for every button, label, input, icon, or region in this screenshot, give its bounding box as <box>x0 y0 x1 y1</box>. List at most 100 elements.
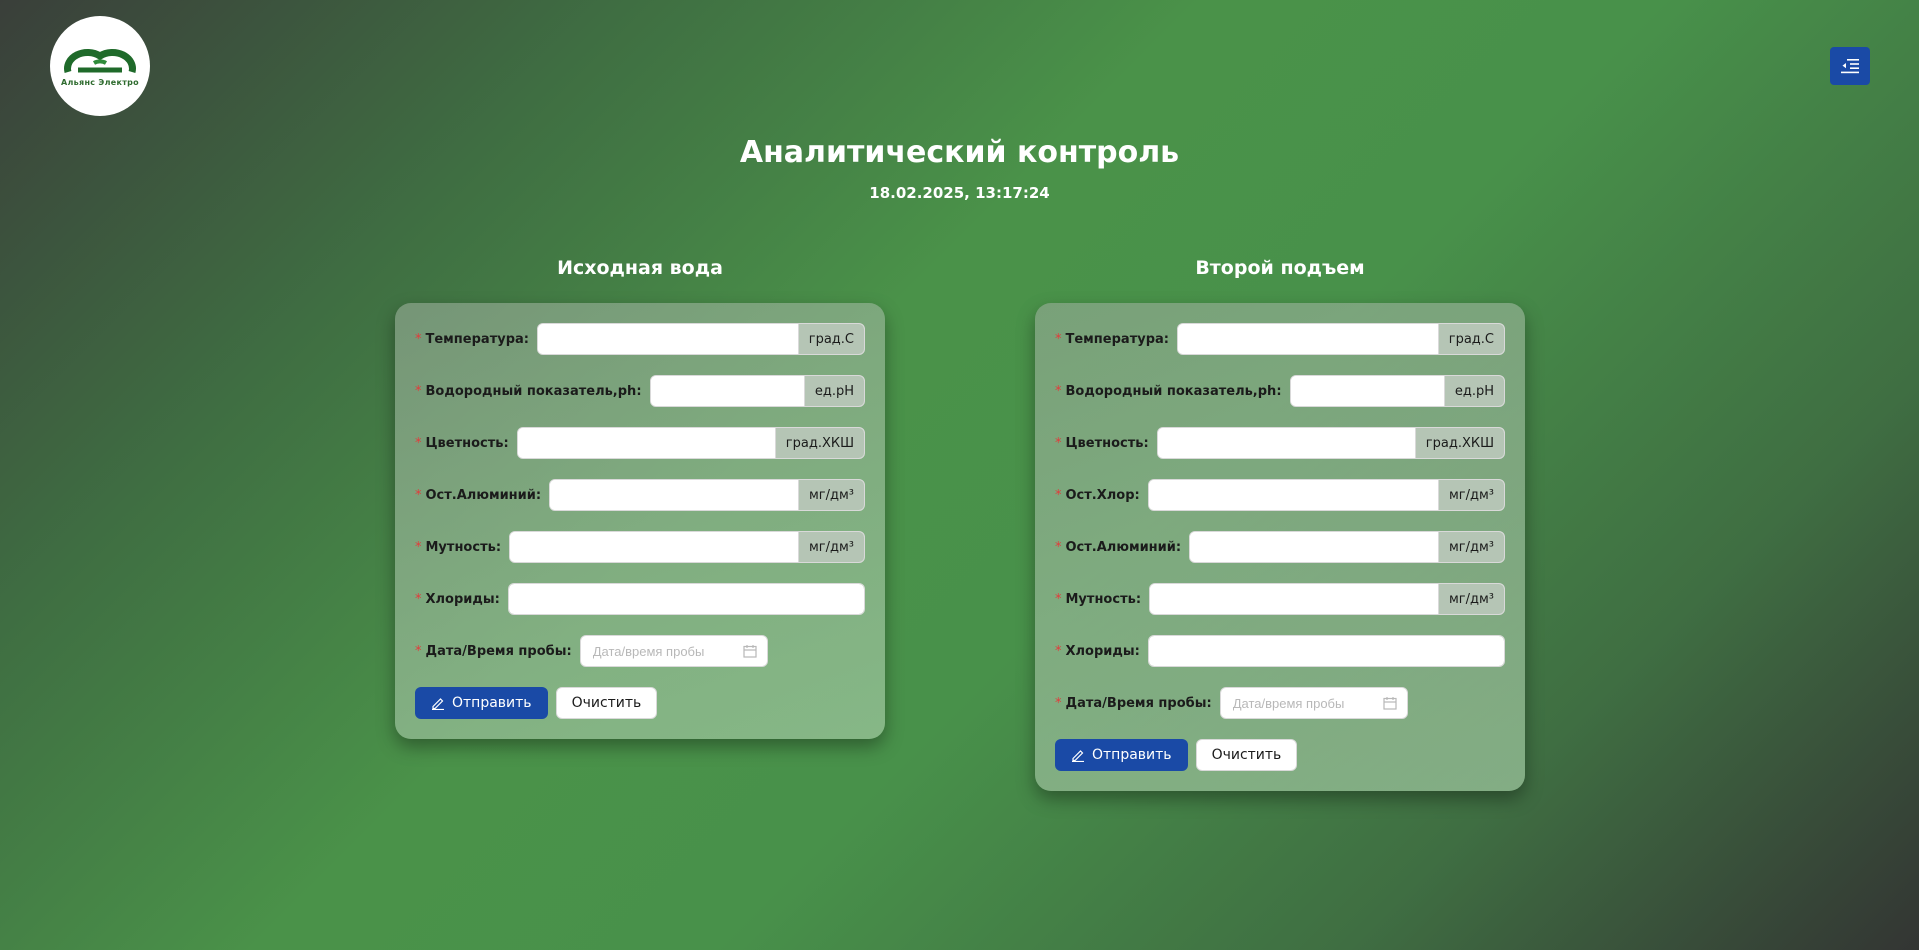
aluminum-field: мг/дм³ <box>549 479 865 511</box>
submit-label: Отправить <box>452 695 532 711</box>
turbidity-unit: мг/дм³ <box>797 532 864 562</box>
calendar-icon <box>743 645 757 658</box>
ph-field: ед.pH <box>649 375 865 407</box>
aluminum-input[interactable] <box>550 480 798 510</box>
turbidity-field: мг/дм³ <box>509 531 865 563</box>
field-label-aluminum: Ост.Алюминий: <box>1065 539 1182 555</box>
chlorides-input[interactable] <box>1148 636 1504 666</box>
field-label-aluminum: Ост.Алюминий: <box>425 487 542 503</box>
source-water-form: * Температура: град.С * Водородный показ… <box>395 303 885 739</box>
turbidity-unit: мг/дм³ <box>1437 584 1504 614</box>
calendar-icon <box>1383 697 1397 710</box>
color-input[interactable] <box>517 428 775 458</box>
required-mark: * <box>415 487 422 503</box>
sample-datetime-input[interactable] <box>590 642 735 660</box>
field-label-temperature: Температура: <box>425 331 529 347</box>
ph-input[interactable] <box>1290 376 1444 406</box>
current-datetime: 18.02.2025, 13:17:24 <box>869 184 1050 202</box>
sample-datetime-picker[interactable] <box>579 635 768 667</box>
page-title: Аналитический контроль <box>739 135 1180 170</box>
field-label-turbidity: Мутность: <box>1065 591 1142 607</box>
form-row-ph: * Водородный показатель,ph: ед.pH <box>1055 375 1505 407</box>
required-mark: * <box>1055 331 1062 347</box>
form-actions: Отправить Очистить <box>415 687 865 719</box>
field-label-color: Цветность: <box>1065 435 1149 451</box>
form-row-sample-datetime: * Дата/Время пробы: <box>1055 687 1505 719</box>
field-label-color: Цветность: <box>425 435 509 451</box>
field-label-ph: Водородный показатель,ph: <box>1065 383 1282 399</box>
submit-button[interactable]: Отправить <box>415 687 548 719</box>
temperature-field: град.С <box>536 323 865 355</box>
form-row-color: * Цветность: град.ХКШ <box>1055 427 1505 459</box>
form-actions: Отправить Очистить <box>1055 739 1505 771</box>
form-row-ph: * Водородный показатель,ph: ед.pH <box>415 375 865 407</box>
required-mark: * <box>415 643 422 659</box>
form-row-chlorides: * Хлориды: <box>1055 635 1505 667</box>
form-row-color: * Цветность: град.ХКШ <box>415 427 865 459</box>
form-row-turbidity: * Мутность: мг/дм³ <box>415 531 865 563</box>
form-row-residual-chlorine: * Ост.Хлор: мг/дм³ <box>1055 479 1505 511</box>
sample-datetime-input[interactable] <box>1230 694 1375 712</box>
clear-button[interactable]: Очистить <box>1195 739 1298 771</box>
required-mark: * <box>415 383 422 399</box>
residual-chlorine-unit: мг/дм³ <box>1437 480 1504 510</box>
menu-toggle-button[interactable] <box>1830 47 1870 85</box>
required-mark: * <box>1055 435 1062 451</box>
field-label-sample-datetime: Дата/Время пробы: <box>425 643 572 659</box>
field-label-residual-chlorine: Ост.Хлор: <box>1065 487 1140 503</box>
field-label-chlorides: Хлориды: <box>1065 643 1140 659</box>
form-row-chlorides: * Хлориды: <box>415 583 865 615</box>
aluminum-input[interactable] <box>1190 532 1438 562</box>
field-label-ph: Водородный показатель,ph: <box>425 383 642 399</box>
sample-datetime-picker[interactable] <box>1219 687 1408 719</box>
aluminum-unit: мг/дм³ <box>797 480 864 510</box>
required-mark: * <box>1055 591 1062 607</box>
residual-chlorine-field: мг/дм³ <box>1147 479 1505 511</box>
turbidity-field: мг/дм³ <box>1149 583 1505 615</box>
form-row-temperature: * Температура: град.С <box>1055 323 1505 355</box>
chlorides-input[interactable] <box>508 584 864 614</box>
required-mark: * <box>415 539 422 555</box>
aluminum-field: мг/дм³ <box>1189 531 1505 563</box>
required-mark: * <box>1055 487 1062 503</box>
form-row-temperature: * Температура: град.С <box>415 323 865 355</box>
temperature-field: град.С <box>1176 323 1505 355</box>
clear-button[interactable]: Очистить <box>555 687 658 719</box>
submit-button[interactable]: Отправить <box>1055 739 1188 771</box>
temperature-input[interactable] <box>1177 324 1438 354</box>
ph-unit: ед.pH <box>803 376 864 406</box>
logo-text: Альянс Электро <box>61 77 139 87</box>
submit-label: Отправить <box>1092 747 1172 763</box>
turbidity-input[interactable] <box>1150 584 1438 614</box>
form-row-turbidity: * Мутность: мг/дм³ <box>1055 583 1505 615</box>
section-title-second-lift: Второй подъем <box>1195 257 1365 279</box>
chlorides-field <box>507 583 865 615</box>
color-unit: град.ХКШ <box>1414 428 1504 458</box>
color-field: град.ХКШ <box>1156 427 1505 459</box>
edit-icon <box>1072 750 1084 762</box>
section-title-source-water: Исходная вода <box>557 257 723 279</box>
form-row-aluminum: * Ост.Алюминий: мг/дм³ <box>415 479 865 511</box>
required-mark: * <box>415 331 422 347</box>
field-label-sample-datetime: Дата/Время пробы: <box>1065 695 1212 711</box>
color-field: град.ХКШ <box>516 427 865 459</box>
ph-unit: ед.pH <box>1443 376 1504 406</box>
field-label-turbidity: Мутность: <box>425 539 502 555</box>
turbidity-input[interactable] <box>510 532 798 562</box>
temperature-unit: град.С <box>797 324 864 354</box>
form-row-sample-datetime: * Дата/Время пробы: <box>415 635 865 667</box>
logo-arc-icon <box>64 48 136 73</box>
second-lift-form: * Температура: град.С * Водородный показ… <box>1035 303 1525 791</box>
required-mark: * <box>1055 695 1062 711</box>
temperature-unit: град.С <box>1437 324 1504 354</box>
form-row-aluminum: * Ост.Алюминий: мг/дм³ <box>1055 531 1505 563</box>
residual-chlorine-input[interactable] <box>1148 480 1438 510</box>
color-unit: град.ХКШ <box>774 428 864 458</box>
ph-field: ед.pH <box>1289 375 1505 407</box>
company-logo[interactable]: Альянс Электро <box>50 16 150 116</box>
field-label-temperature: Температура: <box>1065 331 1169 347</box>
color-input[interactable] <box>1157 428 1415 458</box>
temperature-input[interactable] <box>537 324 798 354</box>
chlorides-field <box>1147 635 1505 667</box>
ph-input[interactable] <box>650 376 804 406</box>
